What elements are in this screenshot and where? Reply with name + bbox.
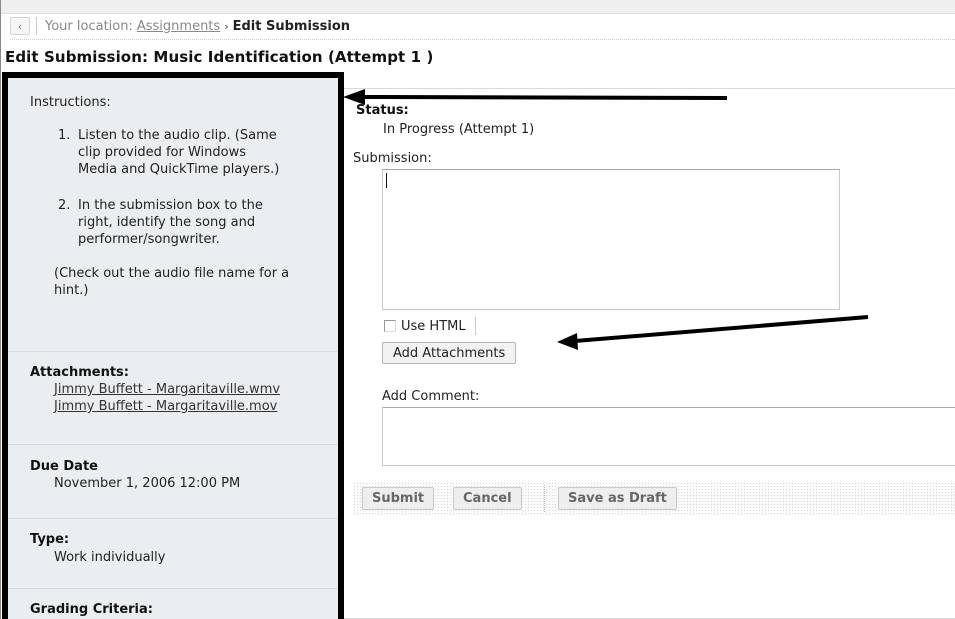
- breadcrumb-divider: [36, 17, 37, 35]
- breadcrumb-current: Edit Submission: [232, 18, 351, 34]
- hint-line: (Check out the audio file name for a: [54, 266, 290, 281]
- attachment-link-wmv[interactable]: Jimmy Buffett - Margaritaville.wmv: [54, 382, 280, 397]
- status-heading: Status:: [356, 103, 409, 118]
- instruction-hint: (Check out the audio file name for a hin…: [8, 265, 338, 299]
- page-title: Edit Submission: Music Identification (A…: [5, 48, 434, 66]
- instructions-label: Instructions:: [30, 95, 111, 110]
- step-line: clip provided for Windows: [78, 145, 246, 160]
- top-bar: [0, 0, 955, 14]
- step-number: 1.: [58, 128, 71, 143]
- back-arrow-icon[interactable]: ‹: [10, 17, 30, 35]
- breadcrumb-link-assignments[interactable]: Assignments: [137, 19, 220, 34]
- instruction-step: 2. In the submission box to the right, i…: [8, 197, 338, 248]
- submission-form: Status: In Progress (Attempt 1) Submissi…: [344, 88, 955, 619]
- attachments-heading: Attachments:: [30, 365, 129, 380]
- section-divider: [8, 518, 338, 519]
- use-html-divider: [474, 317, 476, 335]
- instruction-step: 1. Listen to the audio clip. (Same clip …: [8, 127, 338, 178]
- text-cursor: [386, 173, 387, 188]
- type-heading: Type:: [30, 532, 70, 547]
- save-draft-button[interactable]: Save as Draft: [558, 487, 677, 510]
- step-line: In the submission box to the: [78, 198, 263, 213]
- attachment-link-mov[interactable]: Jimmy Buffett - Margaritaville.mov: [54, 399, 277, 414]
- due-date-value: November 1, 2006 12:00 PM: [54, 476, 241, 491]
- action-bar: Submit Cancel Save as Draft: [353, 482, 955, 516]
- due-date-heading: Due Date: [30, 459, 98, 474]
- assignment-details-panel: Instructions: 1. Listen to the audio cli…: [2, 72, 344, 619]
- step-line: performer/songwriter.: [78, 232, 220, 247]
- step-line: right, identify the song and: [78, 215, 256, 230]
- breadcrumb-underline: [10, 39, 955, 40]
- type-value: Work individually: [54, 550, 166, 565]
- breadcrumb: ‹ Your location: Assignments › Edit Subm…: [10, 16, 350, 36]
- instructions-list: 1. Listen to the audio clip. (Same clip …: [8, 127, 338, 248]
- comment-label: Add Comment:: [382, 389, 480, 404]
- use-html-checkbox[interactable]: [384, 320, 396, 332]
- section-divider: [8, 588, 338, 589]
- use-html-row: Use HTML: [384, 317, 476, 335]
- comment-textarea[interactable]: [382, 407, 955, 466]
- section-divider: [8, 351, 338, 352]
- grading-criteria-heading: Grading Criteria:: [30, 602, 153, 617]
- window-edge: [0, 0, 1, 619]
- action-divider: [544, 485, 545, 512]
- status-value: In Progress (Attempt 1): [383, 122, 535, 137]
- breadcrumb-location-label: Your location:: [45, 18, 133, 34]
- breadcrumb-separator: ›: [224, 19, 229, 33]
- cancel-button[interactable]: Cancel: [453, 487, 522, 510]
- step-line: Media and QuickTime players.): [78, 162, 280, 177]
- section-divider: [8, 444, 338, 445]
- add-attachments-button[interactable]: Add Attachments: [382, 342, 517, 364]
- submission-textarea[interactable]: [382, 169, 840, 310]
- use-html-label[interactable]: Use HTML: [401, 319, 466, 334]
- step-number: 2.: [58, 198, 71, 213]
- submission-label: Submission:: [353, 151, 432, 166]
- step-line: Listen to the audio clip. (Same: [78, 128, 277, 143]
- submit-button[interactable]: Submit: [362, 487, 435, 510]
- hint-line: hint.): [54, 283, 89, 298]
